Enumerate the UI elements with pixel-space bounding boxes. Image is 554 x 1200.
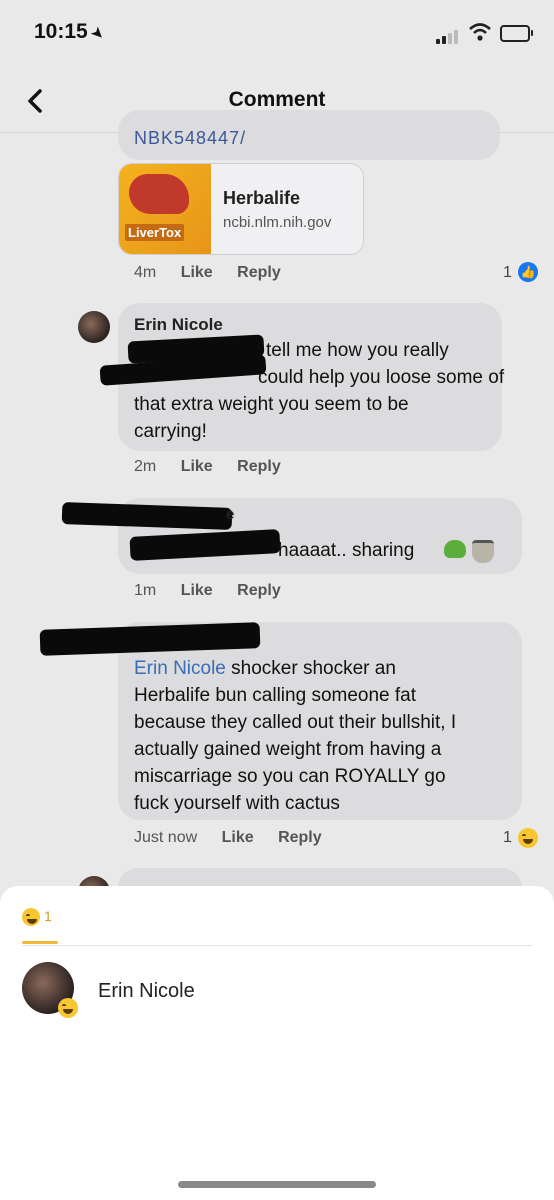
status-bar: 10:15➤: [0, 0, 554, 70]
like-button[interactable]: Like: [181, 458, 213, 475]
tab-underline: [22, 941, 58, 944]
like-button[interactable]: Like: [181, 582, 213, 599]
reaction-tab-count: 1: [44, 908, 52, 924]
location-arrow-icon: ➤: [88, 23, 108, 43]
comment-text-line: could help you loose some of: [258, 367, 505, 388]
tea-icon: [472, 540, 494, 563]
comment-text-line: Erin Nicole shocker shocker an: [134, 658, 396, 679]
comment-meta-1: 4m Like Reply: [134, 264, 301, 282]
comment-text-line: fuck yourself with cactus: [134, 793, 340, 814]
sheet-divider: [22, 945, 532, 946]
comment-meta-4: Just now Like Reply: [134, 829, 342, 847]
liver-icon: [129, 174, 189, 214]
link-title: Herbalife: [223, 188, 301, 208]
reaction-user-row[interactable]: Erin Nicole: [0, 956, 554, 1026]
livertox-label: LiverTox: [125, 224, 185, 241]
like-button[interactable]: Like: [222, 829, 254, 846]
haha-icon: [22, 908, 40, 926]
signal-icon: [436, 28, 460, 44]
comment-text-line: that extra weight you seem to be: [134, 394, 409, 415]
reaction-count: 1: [503, 264, 512, 281]
comment-text: haaaat.. sharing: [278, 540, 415, 561]
comment-time: 1m: [134, 582, 157, 599]
comment-text-line: actually gained weight from having a: [134, 739, 442, 760]
home-indicator[interactable]: [178, 1181, 376, 1188]
thumbs-up-icon[interactable]: 👍: [518, 262, 538, 282]
reactions-sheet: 1 Erin Nicole: [0, 886, 554, 1200]
comment-text-line: miscarriage so you can ROYALLY go: [134, 766, 446, 787]
haha-icon[interactable]: [518, 828, 538, 848]
comment-time: 4m: [134, 264, 157, 281]
like-button[interactable]: Like: [181, 264, 213, 281]
comment-meta-3: 1m Like Reply: [134, 582, 301, 600]
comment-meta-2: 2m Like Reply: [134, 458, 301, 476]
reply-button[interactable]: Reply: [278, 829, 322, 846]
frog-icon: [444, 540, 466, 558]
comment-author-fragment: e: [226, 506, 235, 523]
truncated-link-text[interactable]: NBK548447/: [134, 128, 246, 149]
reply-button[interactable]: Reply: [237, 582, 281, 599]
reply-button[interactable]: Reply: [237, 264, 281, 281]
comment-text-line: tell me how you really: [266, 340, 449, 361]
link-preview-card[interactable]: LiverTox Herbalife ncbi.nlm.nih.gov: [118, 163, 364, 255]
reaction-user-name: Erin Nicole: [98, 980, 195, 1002]
mention-link[interactable]: Erin Nicole: [134, 658, 226, 679]
status-time: 10:15➤: [34, 20, 108, 43]
link-domain: ncbi.nlm.nih.gov: [223, 214, 332, 231]
comment-author[interactable]: Erin Nicole: [134, 315, 223, 335]
avatar[interactable]: [78, 311, 110, 343]
wifi-icon: [469, 23, 491, 41]
page-title: Comment: [228, 88, 326, 111]
comment-text-line: carrying!: [134, 421, 207, 442]
reply-button[interactable]: Reply: [237, 458, 281, 475]
comment-text-line: because they called out their bullshit, …: [134, 712, 457, 733]
reaction-count: 1: [503, 829, 512, 846]
comment-time: 2m: [134, 458, 157, 475]
redaction-bar: [61, 502, 233, 530]
livertox-thumbnail: LiverTox: [119, 164, 211, 254]
battery-icon: [500, 25, 533, 42]
haha-icon: [58, 998, 78, 1018]
comment-time: Just now: [134, 829, 198, 846]
comment-text-line: Herbalife bun calling someone fat: [134, 685, 417, 706]
